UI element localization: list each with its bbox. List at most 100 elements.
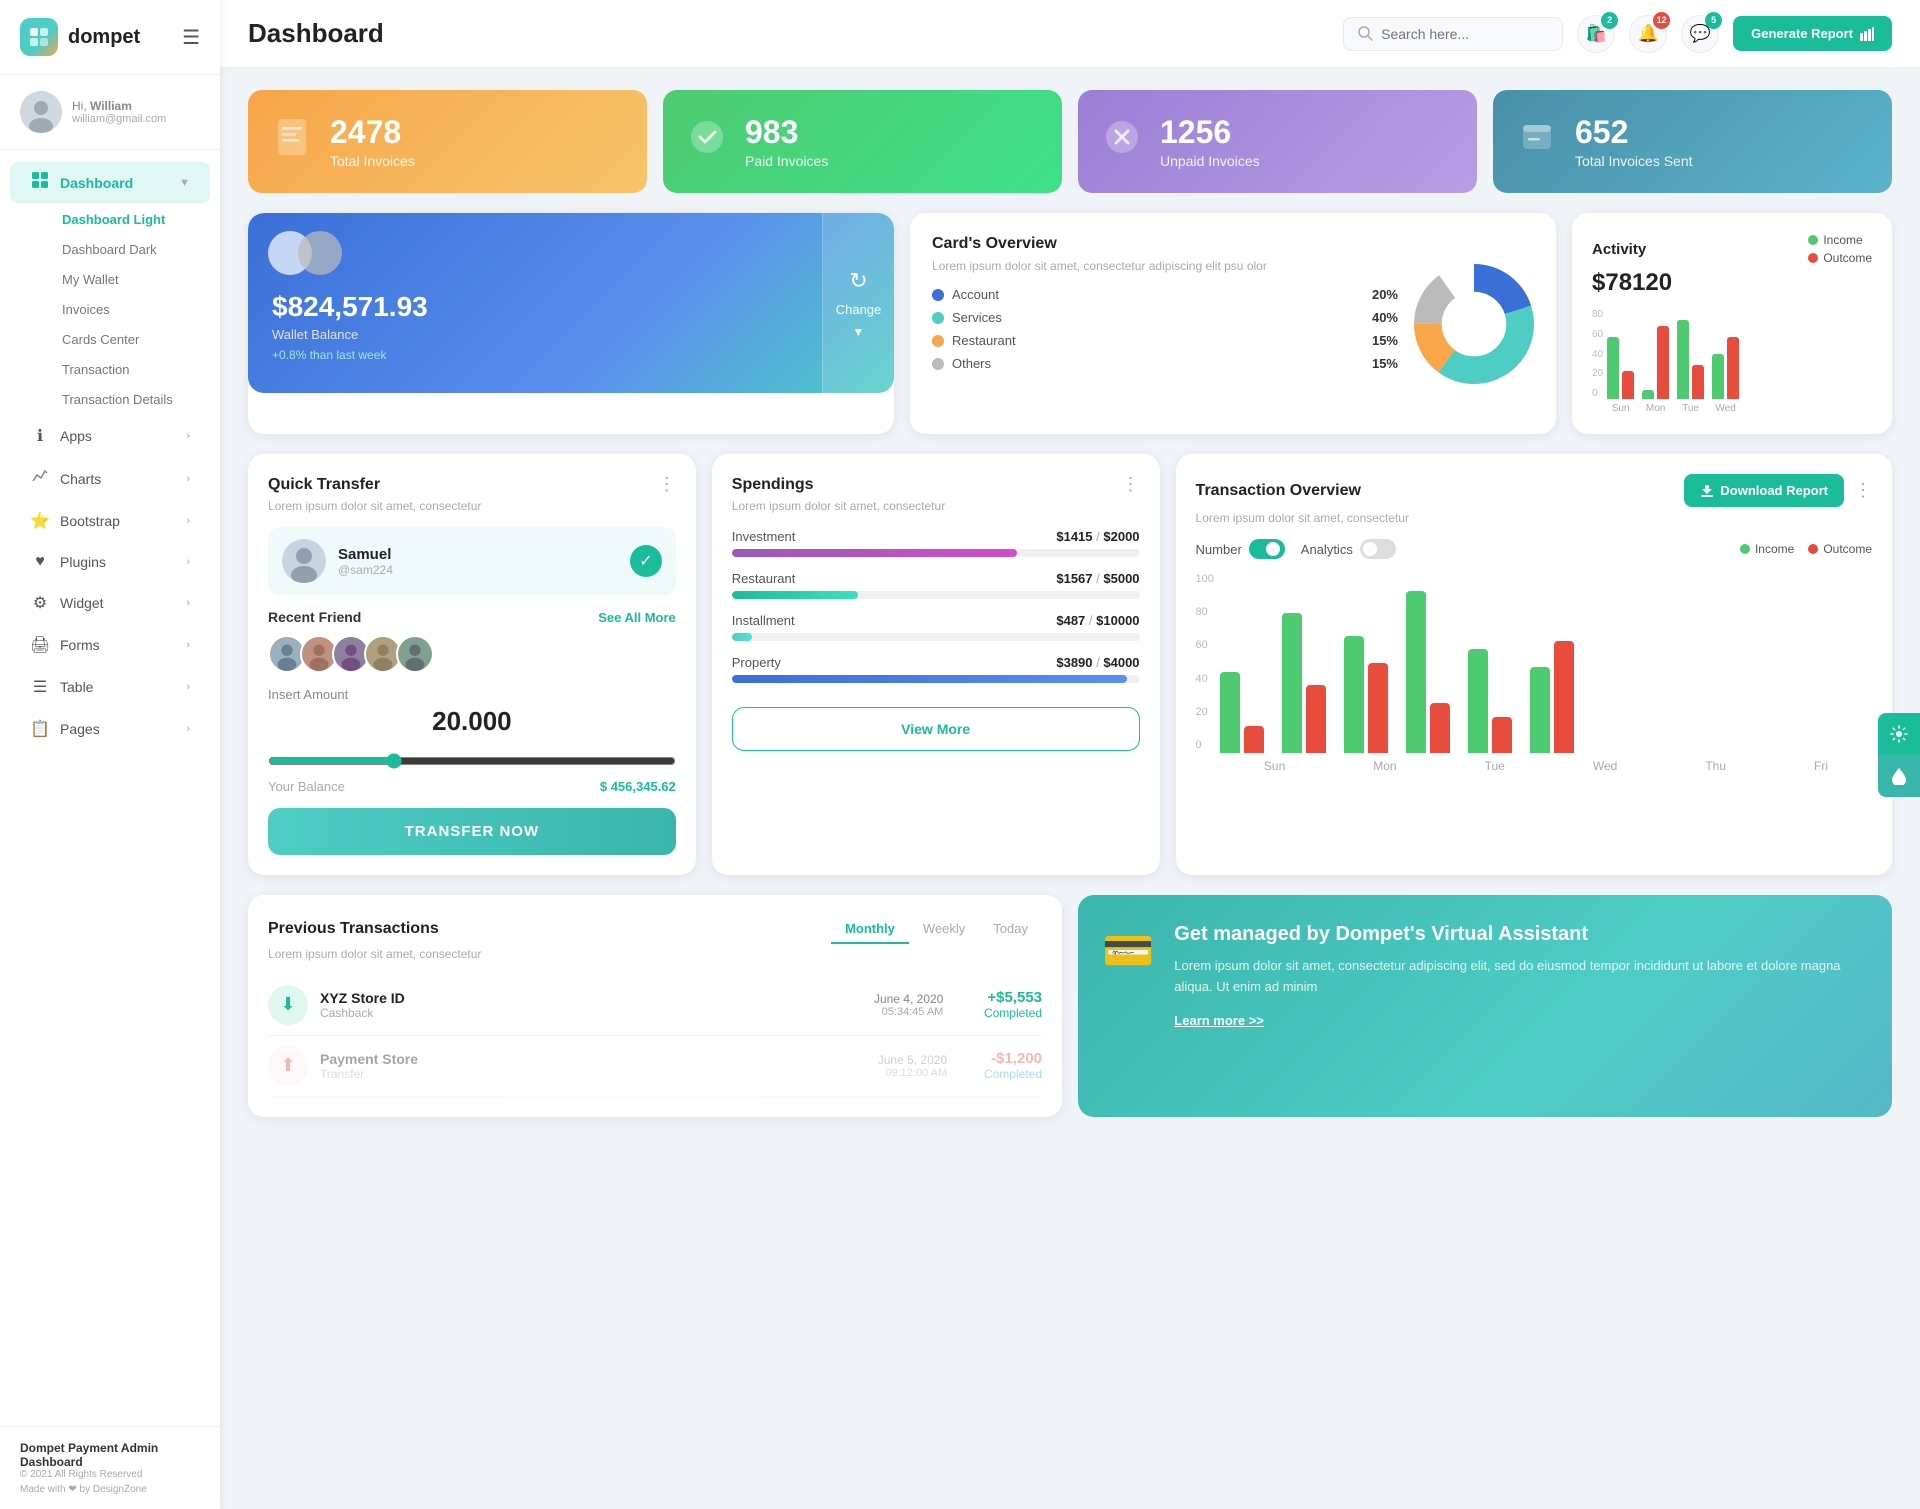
sidebar-item-transaction-details[interactable]: Transaction Details: [10, 385, 210, 414]
sidebar-item-bootstrap[interactable]: ⭐ Bootstrap ›: [10, 501, 210, 541]
to-income-label: Income: [1755, 542, 1794, 556]
to-x-tue: Tue: [1485, 759, 1505, 773]
transfer-now-button[interactable]: TRANSFER NOW: [268, 808, 676, 855]
qt-balance-value: $ 456,345.62: [600, 779, 676, 794]
search-icon: [1358, 26, 1373, 41]
x-label-tue: Tue: [1677, 403, 1704, 414]
sidebar-item-dashboard[interactable]: Dashboard ▼: [10, 162, 210, 203]
tab-weekly[interactable]: Weekly: [909, 915, 979, 944]
sidebar-item-invoices[interactable]: Invoices: [10, 295, 210, 324]
sidebar-item-apps[interactable]: ℹ Apps ›: [10, 416, 210, 456]
to-bar-thu: [1468, 649, 1512, 753]
sp-menu-icon[interactable]: ⋮: [1122, 474, 1140, 495]
sp-bar-bg-property: [732, 675, 1140, 683]
bar-group-wed: [1712, 337, 1739, 399]
water-drop-side-button[interactable]: [1878, 755, 1920, 797]
tx-date: June 4, 2020: [874, 992, 943, 1006]
generate-report-button[interactable]: Generate Report: [1733, 16, 1892, 51]
activity-card: Activity Income Outcome $78120: [1572, 213, 1892, 434]
download-report-button[interactable]: Download Report: [1684, 474, 1844, 507]
shopping-badge: 2: [1601, 12, 1618, 29]
stat-cards-row: 2478 Total Invoices 983 Paid Invoices: [248, 90, 1892, 193]
tx-time: 05:34:45 AM: [874, 1006, 943, 1018]
to-x-mon: Mon: [1373, 759, 1396, 773]
sidebar-item-transaction[interactable]: Transaction: [10, 355, 210, 384]
quick-transfer-card: Quick Transfer ⋮ Lorem ipsum dolor sit a…: [248, 454, 696, 875]
ov-label-others: Others: [952, 356, 991, 371]
va-title: Get managed by Dompet's Virtual Assistan…: [1174, 923, 1868, 946]
x-label-mon: Mon: [1642, 403, 1669, 414]
to-sun-outcome: [1244, 726, 1264, 753]
to-thu-outcome: [1492, 717, 1512, 753]
ov-label-account: Account: [952, 287, 999, 302]
tx-time-2: 09:12:00 AM: [878, 1067, 947, 1079]
bell-btn[interactable]: 🔔 12: [1629, 15, 1667, 53]
bar-mon-outcome: [1657, 326, 1669, 399]
user-info: Hi, William william@gmail.com: [72, 99, 166, 125]
topbar: Dashboard 🛍️ 2 🔔 12 💬 5 Generate Report: [220, 0, 1920, 68]
hamburger-icon[interactable]: ☰: [182, 25, 200, 50]
sidebar-item-forms[interactable]: 🖨 Forms ›: [10, 625, 210, 665]
friend-avatar-5[interactable]: [396, 635, 434, 673]
sidebar-footer: Dompet Payment Admin Dashboard © 2021 Al…: [0, 1426, 220, 1509]
chat-btn[interactable]: 💬 5: [1681, 15, 1719, 53]
shopping-bag-btn[interactable]: 🛍️ 2: [1577, 15, 1615, 53]
to-menu-icon[interactable]: ⋮: [1854, 480, 1872, 501]
sidebar-item-plugins[interactable]: ♥ Plugins ›: [10, 543, 210, 581]
va-learn-more-link[interactable]: Learn more >>: [1174, 1013, 1264, 1028]
income-dot: [1808, 235, 1818, 245]
to-chart-area: 100 80 60 40 20 0: [1196, 573, 1872, 773]
sp-val-installment: $487 / $10000: [1056, 613, 1139, 628]
search-box[interactable]: [1343, 17, 1563, 51]
sidebar-item-dashboard-dark[interactable]: Dashboard Dark: [10, 235, 210, 264]
card-overview-left: Card's Overview Lorem ipsum dolor sit am…: [932, 235, 1398, 412]
va-icon: 💳: [1102, 927, 1154, 976]
sidebar-item-dashboard-light[interactable]: Dashboard Light: [10, 205, 210, 234]
tab-monthly[interactable]: Monthly: [831, 915, 909, 944]
sidebar-item-label-widget: Widget: [60, 595, 104, 611]
download-btn-label: Download Report: [1720, 483, 1828, 498]
toggle-number-switch[interactable]: [1249, 539, 1285, 559]
to-bar-mon: [1282, 613, 1326, 753]
chat-badge: 5: [1705, 12, 1722, 29]
sp-item-installment: Installment $487 / $10000: [732, 613, 1140, 641]
ov-item-services: Services 40%: [932, 310, 1398, 325]
qt-menu-icon[interactable]: ⋮: [658, 474, 676, 495]
to-chart: Sun Mon Tue Wed Thu Fri: [1220, 573, 1872, 773]
footer-title: Dompet Payment Admin Dashboard: [20, 1441, 200, 1469]
toggle-analytics-switch[interactable]: [1360, 539, 1396, 559]
settings-side-button[interactable]: [1878, 713, 1920, 755]
qt-see-all[interactable]: See All More: [598, 610, 676, 625]
tab-today[interactable]: Today: [979, 915, 1042, 944]
sp-bar-installment: [732, 633, 752, 641]
wallet-balance-value: $824,571.93: [272, 291, 798, 323]
wallet-change-button[interactable]: ↻ Change ▼: [822, 213, 894, 393]
qt-recent-friends-label: Recent Friend: [268, 609, 361, 625]
sp-item-restaurant: Restaurant $1567 / $5000: [732, 571, 1140, 599]
generate-btn-label: Generate Report: [1751, 26, 1853, 41]
refresh-icon: ↻: [849, 268, 867, 294]
sidebar-item-charts[interactable]: Charts ›: [10, 458, 210, 499]
restaurant-dot: [932, 335, 944, 347]
sidebar-item-widget[interactable]: ⚙ Widget ›: [10, 583, 210, 623]
view-more-button[interactable]: View More: [732, 707, 1140, 751]
to-sun-income: [1220, 672, 1240, 753]
bar-sun-income: [1607, 337, 1619, 399]
sidebar-item-table[interactable]: ☰ Table ›: [10, 667, 210, 707]
ov-item-account: Account 20%: [932, 287, 1398, 302]
prev-transactions-card: Previous Transactions Monthly Weekly Tod…: [248, 895, 1062, 1117]
tx-amount-area-2: -$1,200 Completed: [975, 1050, 1042, 1081]
search-input[interactable]: [1381, 26, 1541, 42]
tx-icon-2: ⬆: [268, 1046, 308, 1086]
qt-amount-slider[interactable]: [268, 753, 676, 769]
table-row-2: ⬆ Payment Store Transfer June 5, 2020 09…: [268, 1036, 1042, 1097]
sidebar-item-pages[interactable]: 📋 Pages ›: [10, 709, 210, 749]
sidebar-item-my-wallet[interactable]: My Wallet: [10, 265, 210, 294]
toggle-analytics-group: Analytics: [1301, 539, 1396, 559]
sidebar-item-cards-center[interactable]: Cards Center: [10, 325, 210, 354]
sp-bar-bg-restaurant: [732, 591, 1140, 599]
sidebar-nav: Dashboard ▼ Dashboard Light Dashboard Da…: [0, 150, 220, 1426]
change-label: Change: [836, 302, 882, 317]
income-label: Income: [1823, 233, 1862, 247]
activity-header: Activity Income Outcome: [1592, 233, 1872, 265]
